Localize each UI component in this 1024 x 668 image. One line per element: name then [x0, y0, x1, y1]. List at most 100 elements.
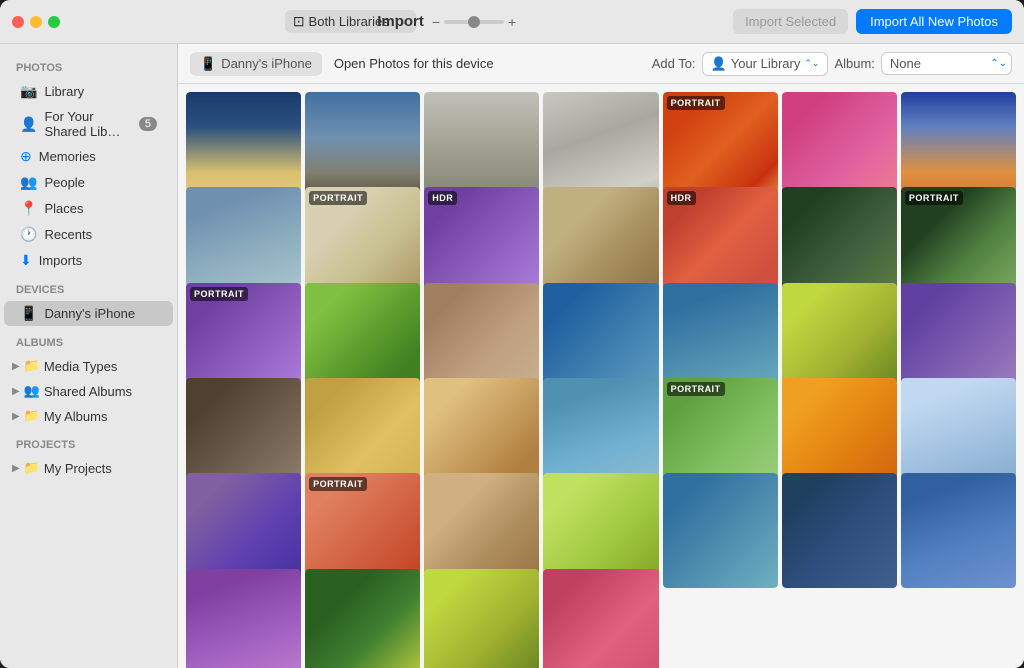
- sidebar-item-recents[interactable]: 🕐 Recents: [4, 222, 173, 247]
- photo-image: [901, 473, 1016, 588]
- chevron-right-icon: ▶: [12, 463, 20, 474]
- chevron-right-icon: ▶: [12, 411, 20, 422]
- photo-image: [782, 473, 897, 588]
- zoom-thumb: [468, 16, 480, 28]
- photo-tag: PORTRAIT: [905, 191, 963, 205]
- add-to-section: Add To: 👤 Your Library ⌃⌄ Album: None ⌃⌄: [652, 52, 1012, 76]
- sidebar-item-imports[interactable]: ⬇ Imports: [4, 248, 173, 273]
- photo-image: [186, 569, 301, 668]
- photo-cell[interactable]: [424, 569, 539, 668]
- zoom-slider[interactable]: [444, 20, 504, 24]
- sidebar-item-people[interactable]: 👥 People: [4, 170, 173, 195]
- sidebar-section-albums: Albums: [0, 327, 177, 353]
- device-icon: 📱: [200, 56, 216, 72]
- imports-icon: ⬇: [20, 252, 32, 269]
- photo-cell[interactable]: [186, 569, 301, 668]
- photo-cell[interactable]: [782, 473, 897, 588]
- recents-icon: 🕐: [20, 226, 37, 243]
- photo-tag: PORTRAIT: [667, 96, 725, 110]
- app-window: ⊡ Both Libraries ⌃⌄ − + Import Import Se…: [0, 0, 1024, 668]
- group-label: Shared Albums: [44, 384, 132, 399]
- page-title: Import: [377, 13, 424, 30]
- group-icon: 📁: [24, 358, 40, 374]
- album-dropdown-arrows-icon: ⌃⌄: [990, 58, 1007, 69]
- titlebar-right: Import Selected Import All New Photos: [733, 9, 1012, 34]
- sidebar-item-label: Imports: [39, 253, 82, 268]
- zoom-minus-button[interactable]: −: [432, 14, 440, 30]
- import-selected-button[interactable]: Import Selected: [733, 9, 848, 34]
- photo-tag: PORTRAIT: [190, 287, 248, 301]
- library-icon: 📷: [20, 83, 37, 100]
- sidebar-group-shared-albums[interactable]: ▶ 👥 Shared Albums: [4, 379, 173, 403]
- photo-cell[interactable]: [663, 473, 778, 588]
- device-icon: 📱: [20, 305, 37, 322]
- fullscreen-button[interactable]: [48, 16, 60, 28]
- sidebar-item-label: Library: [44, 84, 84, 99]
- traffic-lights: [12, 16, 60, 28]
- photo-image: [424, 569, 539, 668]
- people-icon: 👥: [20, 174, 37, 191]
- sidebar-item-label: For Your Shared Lib…: [44, 109, 131, 139]
- group-label: My Albums: [44, 409, 108, 424]
- titlebar: ⊡ Both Libraries ⌃⌄ − + Import Import Se…: [0, 0, 1024, 44]
- close-button[interactable]: [12, 16, 24, 28]
- group-icon: 📁: [24, 408, 40, 424]
- sidebar-item-library[interactable]: 📷 Library: [4, 79, 173, 104]
- library-icon: ⊡: [293, 13, 305, 30]
- album-label: Album:: [834, 56, 874, 71]
- photo-tag: PORTRAIT: [309, 191, 367, 205]
- album-dropdown[interactable]: None ⌃⌄: [881, 52, 1012, 75]
- sidebar-group-my-albums[interactable]: ▶ 📁 My Albums: [4, 404, 173, 428]
- photo-tag: HDR: [428, 191, 457, 205]
- add-to-label: Add To:: [652, 56, 696, 71]
- sidebar-item-label: Danny's iPhone: [44, 306, 135, 321]
- sidebar-section-devices: Devices: [0, 274, 177, 300]
- titlebar-center: ⊡ Both Libraries ⌃⌄ − + Import: [76, 10, 725, 33]
- sidebar-item-device[interactable]: 📱 Danny's iPhone: [4, 301, 173, 326]
- group-label: Media Types: [44, 359, 117, 374]
- photo-image: [543, 569, 658, 668]
- sidebar-item-label: Memories: [39, 149, 96, 164]
- sidebar-item-label: Recents: [44, 227, 92, 242]
- open-photos-button[interactable]: Open Photos for this device: [334, 56, 494, 71]
- add-to-dropdown[interactable]: 👤 Your Library ⌃⌄: [702, 52, 829, 76]
- photo-area: 📱 Danny's iPhone Open Photos for this de…: [178, 44, 1024, 668]
- sidebar-item-label: People: [44, 175, 84, 190]
- photo-tag: PORTRAIT: [667, 382, 725, 396]
- photo-grid: PORTRAIT PORTRAIT HDR HDR PORTRAIT PORTRAIT PO…: [178, 84, 1024, 668]
- zoom-controls: − +: [432, 14, 516, 30]
- sidebar-group-my-projects[interactable]: ▶ 📁 My Projects: [4, 456, 173, 480]
- sidebar-item-memories[interactable]: ⊕ Memories: [4, 144, 173, 169]
- photo-tag: PORTRAIT: [309, 477, 367, 491]
- sidebar-item-shared-lib[interactable]: 👤 For Your Shared Lib… 5: [4, 105, 173, 143]
- album-dropdown-value: None: [890, 56, 921, 71]
- photo-tag: HDR: [667, 191, 696, 205]
- photo-cell[interactable]: [901, 473, 1016, 588]
- minimize-button[interactable]: [30, 16, 42, 28]
- shared-lib-icon: 👤: [20, 116, 37, 133]
- places-icon: 📍: [20, 200, 37, 217]
- photo-cell[interactable]: [543, 569, 658, 668]
- import-all-button[interactable]: Import All New Photos: [856, 9, 1012, 34]
- sidebar-group-media-types[interactable]: ▶ 📁 Media Types: [4, 354, 173, 378]
- sidebar-item-label: Places: [44, 201, 83, 216]
- photo-image: [663, 473, 778, 588]
- photo-cell[interactable]: [305, 569, 420, 668]
- group-icon: 📁: [24, 460, 40, 476]
- add-to-dropdown-value: Your Library: [731, 56, 801, 71]
- sidebar: Photos 📷 Library 👤 For Your Shared Lib… …: [0, 44, 178, 668]
- zoom-plus-button[interactable]: +: [508, 14, 516, 30]
- chevron-right-icon: ▶: [12, 386, 20, 397]
- sidebar-section-photos: Photos: [0, 52, 177, 78]
- import-toolbar: 📱 Danny's iPhone Open Photos for this de…: [178, 44, 1024, 84]
- group-label: My Projects: [44, 461, 112, 476]
- main-content: Photos 📷 Library 👤 For Your Shared Lib… …: [0, 44, 1024, 668]
- photo-image: [305, 569, 420, 668]
- shared-lib-badge: 5: [139, 117, 157, 131]
- sidebar-section-projects: Projects: [0, 429, 177, 455]
- sidebar-item-places[interactable]: 📍 Places: [4, 196, 173, 221]
- memories-icon: ⊕: [20, 148, 32, 165]
- device-tab[interactable]: 📱 Danny's iPhone: [190, 52, 322, 76]
- device-tab-label: Danny's iPhone: [221, 56, 312, 71]
- your-library-icon: 👤: [711, 56, 727, 72]
